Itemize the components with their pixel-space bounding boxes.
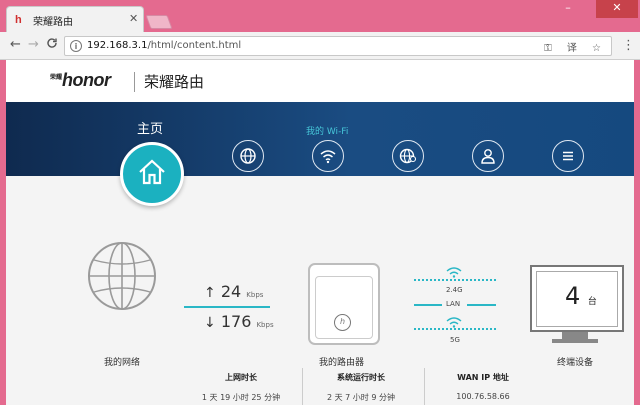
reload-icon xyxy=(47,38,57,48)
wifi-5g-link-line xyxy=(414,328,496,330)
router-label: 我的路由器 xyxy=(319,358,365,368)
stat-title: 系统运行时长 xyxy=(337,373,385,382)
honor-logo-chinese: 荣耀 xyxy=(50,74,63,81)
nav-home-label: 主页 xyxy=(137,122,164,137)
stat-value: 100.76.58.66 xyxy=(456,392,510,401)
device-count: 4 台 xyxy=(565,282,597,310)
wifi-24g-link-line xyxy=(414,279,496,281)
upload-value: 24 xyxy=(220,282,242,301)
upload-unit: Kbps xyxy=(246,291,264,299)
forward-button[interactable]: → xyxy=(28,37,39,52)
window-close-button[interactable]: ✕ xyxy=(596,0,638,18)
monitor-base xyxy=(552,339,598,343)
band-5g-label: 5G xyxy=(450,336,460,344)
honor-favicon-icon: h xyxy=(15,14,22,26)
lan-label: LAN xyxy=(446,300,461,308)
back-button[interactable]: ← xyxy=(10,37,21,52)
router-honor-logo-icon: h xyxy=(334,314,351,331)
monitor-stand xyxy=(562,332,588,339)
nav-devices-button[interactable] xyxy=(472,140,504,172)
devices-label: 终端设备 xyxy=(557,358,594,368)
header-divider xyxy=(134,72,135,92)
devices-monitor-icon[interactable]: 4 台 xyxy=(530,265,624,332)
reload-button[interactable] xyxy=(46,37,58,53)
stat-value: 2 天 7 小时 9 分钟 xyxy=(327,393,395,402)
upload-speed: ↑ 24 Kbps xyxy=(204,282,263,301)
band-24g-label: 2.4G xyxy=(446,286,463,294)
stat-system-uptime: 系统运行时长 2 天 7 小时 9 分钟 xyxy=(302,372,420,403)
stat-value: 1 天 19 小时 25 分钟 xyxy=(201,393,281,402)
honor-logo[interactable]: honor xyxy=(62,70,111,91)
stat-title: 上网时长 xyxy=(225,373,257,382)
address-bar[interactable]: i 192.168.3.1/html/content.html ⚿ 译 ☆ xyxy=(64,36,612,56)
nav-guest-network-button[interactable] xyxy=(392,140,424,172)
omnibox-action-icons[interactable]: ⚿ 译 ☆ xyxy=(544,39,607,54)
stat-title: WAN IP 地址 xyxy=(457,373,509,382)
browser-chrome: h 荣耀路由 ✕ – ✕ ← → i 192.168.3.1/html/cont… xyxy=(0,0,640,60)
new-tab-button[interactable] xyxy=(145,15,173,29)
monitor-screen: 4 台 xyxy=(536,271,618,327)
network-label: 我的网络 xyxy=(104,358,141,368)
tab-title: 荣耀路由 xyxy=(33,17,73,28)
home-icon xyxy=(139,159,165,185)
download-value: 176 xyxy=(220,312,252,331)
info-icon[interactable]: i xyxy=(70,40,82,52)
speed-divider xyxy=(184,306,270,308)
url-text: 192.168.3.1/html/content.html xyxy=(87,40,242,51)
wifi-icon xyxy=(320,150,336,164)
nav-internet-button[interactable] xyxy=(232,140,264,172)
nav-wifi-button[interactable] xyxy=(312,140,344,172)
upload-arrow-icon: ↑ xyxy=(204,285,216,301)
network-globe-icon[interactable] xyxy=(86,240,158,316)
router-admin-page: 荣耀 honor 荣耀路由 主页 我的 Wi-Fi 我的网络 ↑ 24 Kbps… xyxy=(6,60,634,405)
download-arrow-icon: ↓ xyxy=(204,315,216,331)
nav-home-button[interactable] xyxy=(120,142,184,206)
menu-icon xyxy=(563,151,573,161)
stat-wan-ip: WAN IP 地址 100.76.58.66 xyxy=(424,372,542,401)
device-count-value: 4 xyxy=(565,282,581,310)
download-unit: Kbps xyxy=(256,321,274,329)
browser-menu-button[interactable]: ⋮ xyxy=(622,38,635,53)
browser-toolbar: ← → i 192.168.3.1/html/content.html ⚿ 译 … xyxy=(0,32,640,60)
download-speed: ↓ 176 Kbps xyxy=(204,312,274,331)
device-count-unit: 台 xyxy=(587,297,597,307)
wifi-5g-icon xyxy=(446,317,462,328)
lan-link-line-left xyxy=(414,304,442,306)
nav-more-button[interactable] xyxy=(552,140,584,172)
stat-online-time: 上网时长 1 天 19 小时 25 分钟 xyxy=(182,372,300,403)
browser-tab[interactable]: h 荣耀路由 ✕ xyxy=(6,6,144,32)
globe-lock-icon xyxy=(399,148,417,164)
nav-wifi-label: 我的 Wi-Fi xyxy=(306,127,349,137)
globe-icon xyxy=(240,148,256,164)
user-icon xyxy=(481,149,495,164)
tab-close-icon[interactable]: ✕ xyxy=(129,12,138,25)
wifi-24g-icon xyxy=(446,267,462,278)
window-minimize-button[interactable]: – xyxy=(554,0,582,18)
page-header: 荣耀 honor 荣耀路由 xyxy=(6,60,634,102)
router-device-icon[interactable]: h xyxy=(308,263,380,345)
page-title: 荣耀路由 xyxy=(144,73,205,91)
lan-link-line-right xyxy=(467,304,496,306)
